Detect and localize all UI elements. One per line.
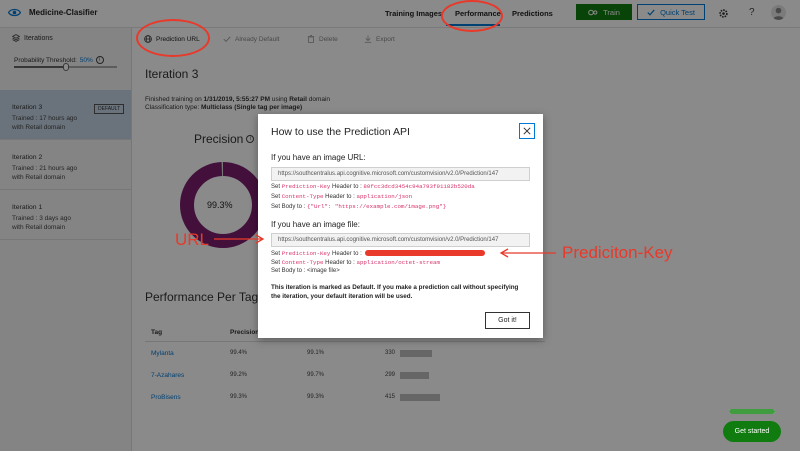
content-type-value: application/json (356, 193, 413, 200)
url-body-line: Set Body to : {"Url": "https://example.c… (271, 203, 447, 210)
annotation-key-label: Prediciton-Key (562, 243, 673, 262)
annotation-circle-performance (441, 0, 503, 32)
close-icon (523, 127, 531, 135)
dialog-title: How to use the Prediction API (271, 126, 410, 138)
prediction-api-dialog: How to use the Prediction API If you hav… (258, 114, 543, 338)
get-started-button[interactable]: Get started (723, 421, 781, 442)
image-file-endpoint-field[interactable]: https://southcentralus.api.cognitive.mic… (271, 233, 530, 247)
prediction-key-value: 80fcc3dcd3454c94a793f91182b520da (363, 183, 475, 190)
prediction-key-name: Prediction-Key (281, 183, 331, 190)
close-button[interactable] (519, 123, 535, 139)
content-type-name: Content-Type (281, 259, 324, 266)
file-key-line: Set Prediction-Key Header to : (271, 250, 486, 257)
annotation-circle-prediction-url (136, 19, 210, 57)
content-type-name: Content-Type (281, 193, 324, 200)
redacted-key-mark (365, 250, 486, 257)
onboarding-progress (729, 409, 775, 414)
progress-fill (729, 409, 775, 414)
file-body-line: Set Body to : <image file> (271, 268, 340, 274)
content-type-value: application/octet-stream (356, 259, 440, 266)
body-file: <image file> (307, 268, 340, 274)
file-content-type-line: Set Content-Type Header to : application… (271, 259, 440, 266)
got-it-button[interactable]: Got it! (485, 312, 530, 329)
prediction-key-name: Prediction-Key (281, 250, 331, 257)
image-url-section-label: If you have an image URL: (271, 153, 366, 162)
annotation-url-label: URL (175, 230, 210, 249)
image-file-section-label: If you have an image file: (271, 220, 360, 229)
body-json: {"Url": "https://example.com/image.png"} (307, 203, 447, 210)
url-key-line: Set Prediction-Key Header to : 80fcc3dcd… (271, 183, 475, 190)
image-url-endpoint-field[interactable]: https://southcentralus.api.cognitive.mic… (271, 167, 530, 181)
default-iteration-note: This iteration is marked as Default. If … (271, 284, 519, 300)
url-content-type-line: Set Content-Type Header to : application… (271, 193, 413, 200)
